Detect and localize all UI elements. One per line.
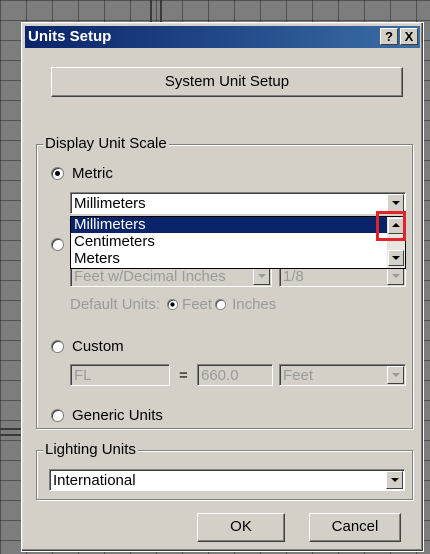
close-button[interactable]: X (400, 28, 418, 45)
us-standard-unit-value: Feet w/Decimal Inches (74, 268, 226, 285)
viewport-divider (0, 434, 22, 436)
custom-amount-value: 660.0 (201, 367, 239, 384)
dropdown-option[interactable]: Millimeters (71, 217, 387, 233)
metric-unit-dropdown-list[interactable]: Millimeters Centimeters Meters (70, 216, 406, 269)
us-standard-radio[interactable] (51, 238, 72, 251)
generic-units-radio[interactable]: Generic Units (51, 407, 163, 424)
metric-unit-value: Millimeters (74, 195, 146, 212)
viewport-divider (0, 428, 22, 430)
custom-name-value: FL (74, 367, 92, 384)
chevron-down-icon[interactable] (387, 267, 404, 285)
custom-unit-value: Feet (283, 367, 314, 384)
display-unit-scale-label: Display Unit Scale (43, 135, 169, 152)
metric-label: Metric (72, 165, 113, 182)
us-standard-radio-indicator (51, 238, 64, 251)
generic-units-radio-indicator (51, 409, 64, 422)
custom-unit-combo[interactable]: Feet (279, 364, 406, 386)
dropdown-option[interactable]: Centimeters (71, 234, 387, 250)
title-bar[interactable]: Units Setup ? X (25, 26, 420, 48)
dropdown-option[interactable]: Meters (71, 251, 387, 267)
lighting-units-combo[interactable]: International (49, 469, 405, 491)
default-units-label: Default Units: (70, 296, 161, 313)
highlight-annotation (376, 211, 406, 241)
inches-radio[interactable] (215, 298, 227, 311)
custom-name-field[interactable]: FL (70, 364, 170, 386)
chevron-down-icon[interactable] (387, 194, 404, 212)
chevron-down-icon[interactable] (253, 267, 270, 285)
chevron-down-icon[interactable] (387, 366, 404, 384)
dialog-title: Units Setup (28, 28, 112, 45)
help-button[interactable]: ? (380, 28, 398, 45)
lighting-units-label: Lighting Units (43, 441, 138, 458)
system-unit-setup-button[interactable]: System Unit Setup (51, 67, 403, 97)
default-units-row: Default Units: Feet Inches (70, 296, 276, 313)
generic-units-label: Generic Units (72, 407, 163, 424)
custom-amount-field[interactable]: 660.0 (197, 364, 273, 386)
scroll-down-icon[interactable] (388, 250, 404, 266)
feet-label: Feet (182, 296, 213, 313)
inches-label: Inches (232, 296, 277, 313)
fraction-value: 1/8 (283, 268, 304, 285)
cancel-button[interactable]: Cancel (309, 513, 401, 542)
custom-label: Custom (72, 338, 124, 355)
equals-sign: = (179, 367, 188, 384)
metric-unit-combo[interactable]: Millimeters (70, 192, 406, 214)
metric-radio[interactable]: Metric (51, 165, 113, 182)
feet-radio[interactable] (167, 298, 179, 311)
units-setup-dialog: Units Setup ? X System Unit Setup Displa… (21, 22, 424, 552)
ok-button[interactable]: OK (197, 513, 285, 542)
chevron-down-icon[interactable] (386, 471, 403, 489)
custom-radio-indicator (51, 340, 64, 353)
metric-radio-indicator (51, 167, 64, 180)
custom-radio[interactable]: Custom (51, 338, 124, 355)
lighting-units-value: International (53, 472, 136, 489)
